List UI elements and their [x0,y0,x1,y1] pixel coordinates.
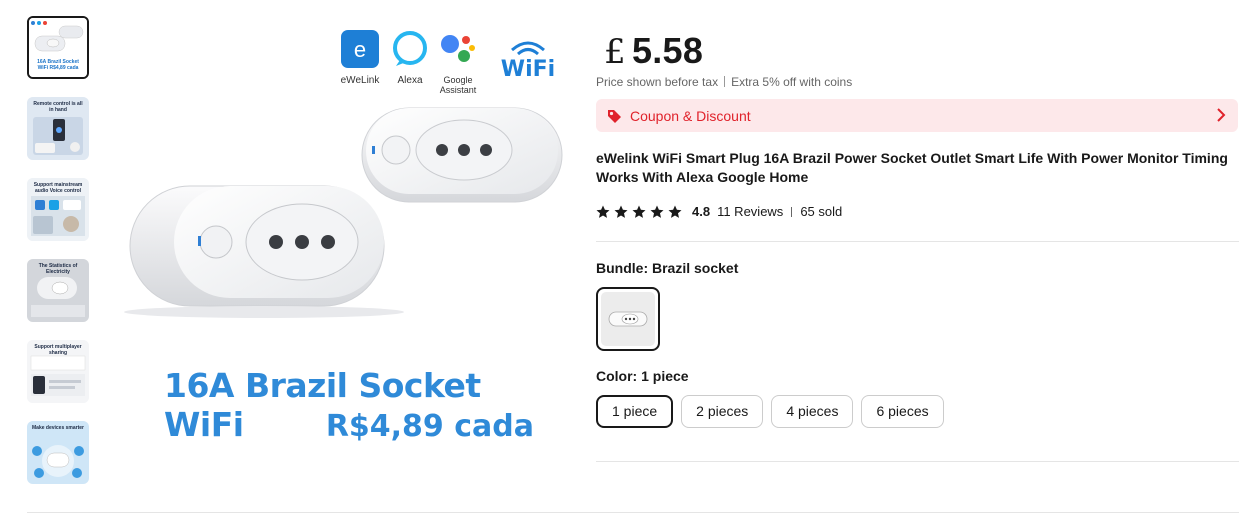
google-assistant-icon [441,35,475,62]
price: £5.58 [604,30,703,72]
color-option-4-pieces[interactable]: 4 pieces [771,395,854,428]
separator [724,76,726,87]
ewelink-label: eWeLink [340,75,380,86]
page-divider [27,512,1239,513]
wifi-text: WiFi [501,57,555,80]
color-label: Color: 1 piece [596,368,689,384]
alexa-label: Alexa [397,75,423,86]
color-option-6-pieces[interactable]: 6 pieces [861,395,944,428]
thumbnail-6[interactable]: Make devices smarter [27,421,89,484]
divider [596,241,1239,242]
thumbnail-5[interactable]: Support multiplayer sharing [27,340,89,403]
thumbnail-2[interactable]: Remote control is all in hand [27,97,89,160]
rating-score: 4.8 [692,204,711,219]
alexa-icon [393,31,427,66]
currency-symbol: £ [604,32,626,72]
coupon-tag-icon [608,109,621,123]
main-product-image[interactable]: e eWeLink Alexa Google Assistant WiFi 16… [104,16,564,471]
coupon-label: Coupon & Discount [630,107,751,124]
wifi-icon: WiFi [501,41,555,82]
thumbnail-5-caption: Support multiplayer sharing [34,344,82,356]
smart-plug-illustration [124,107,563,318]
reviews-link[interactable]: 11 Reviews [717,204,783,219]
ewelink-icon: e [341,30,379,68]
product-title: eWelink WiFi Smart Plug 16A Brazil Power… [596,150,1228,185]
color-options: 1 piece 2 pieces 4 pieces 6 pieces [596,395,952,428]
separator [791,206,793,217]
thumbnail-list: 16A Brazil Socket WiFi R$4,89 cada Remot… [27,16,93,502]
color-option-2-pieces[interactable]: 2 pieces [681,395,764,428]
thumbnail-6-caption: Make devices smarter [32,425,84,431]
plug-icon [608,311,648,327]
thumbnail-4-caption: The Statistics of Electricity [38,263,78,275]
hero-price: R$4,89 cada [325,409,534,444]
star-icon [632,205,646,218]
star-icon [668,205,682,218]
bundle-thumbnail [601,292,655,346]
color-option-1-piece[interactable]: 1 piece [596,395,674,428]
price-note: Price shown before tax Extra 5% off with … [596,75,852,89]
divider [596,461,1239,462]
sold-count: 65 sold [800,204,843,219]
price-value: 5.58 [631,30,704,71]
thumbnail-3-caption: Support mainstream audio Voice control [33,182,83,194]
star-icon [596,205,610,218]
thumbnail-1[interactable]: 16A Brazil Socket WiFi R$4,89 cada [27,16,89,79]
star-rating [596,205,686,219]
alexa-logo: Alexa [390,30,430,86]
ewelink-logo: e eWeLink [338,30,382,86]
thumbnail-1-caption: 16A Brazil Socket WiFi R$4,89 cada [37,59,79,71]
bundle-label: Bundle: Brazil socket [596,260,739,276]
thumbnail-3[interactable]: Support mainstream audio Voice control [27,178,89,241]
ewelink-icon-letter: e [354,37,366,62]
tax-note: Price shown before tax [596,75,719,89]
chevron-right-icon [1216,107,1226,127]
star-icon [650,205,664,218]
wifi-logo: WiFi [498,36,558,87]
star-icon [614,205,628,218]
bundle-option-brazil-socket[interactable] [596,287,660,351]
rating-row: 4.8 11 Reviews 65 sold [596,204,842,219]
coins-note: Extra 5% off with coins [731,75,853,89]
coupon-discount-banner[interactable]: Coupon & Discount [596,99,1238,132]
thumbnail-2-caption: Remote control is all in hand [33,101,83,113]
thumbnail-4[interactable]: The Statistics of Electricity [27,259,89,322]
